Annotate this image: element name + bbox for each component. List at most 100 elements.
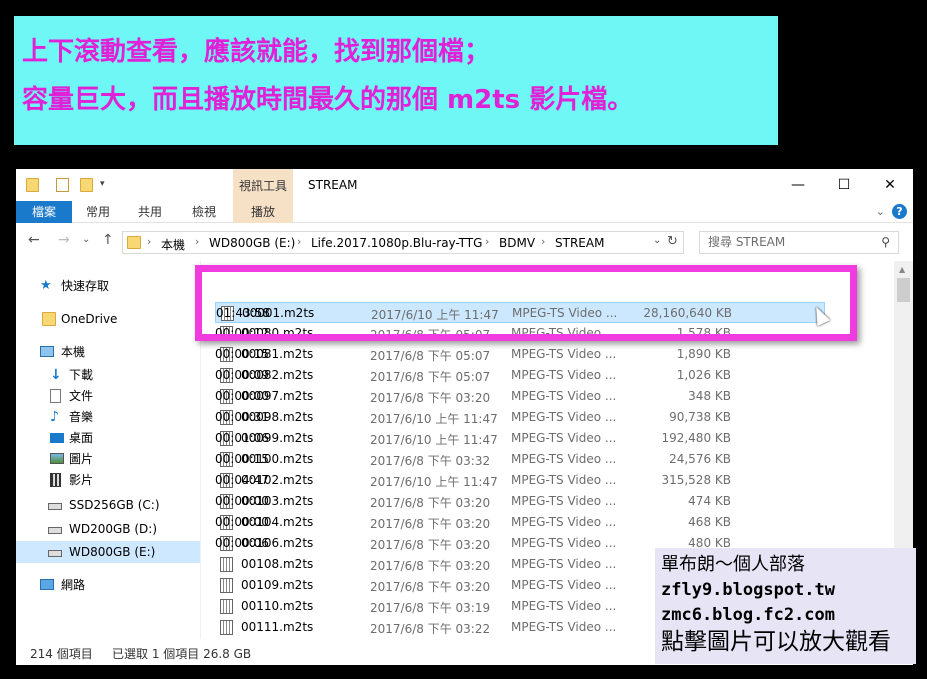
file-length: 00:00:00	[215, 494, 269, 508]
file-size: 348 KB	[688, 389, 731, 403]
folder-icon	[26, 178, 39, 192]
maximize-button[interactable]: ☐	[821, 171, 867, 199]
table-row[interactable]: 00098.m2ts 2017/6/10 上午 11:47 MPEG-TS Vide…	[215, 407, 825, 428]
file-length: 00:00:00	[215, 389, 269, 403]
table-row[interactable]: 00081.m2ts 2017/6/8 下午 05:07 MPEG-TS Video…	[215, 344, 825, 365]
address-dropdown-icon[interactable]: ⌄	[653, 235, 661, 246]
sidebar-item-quick-access[interactable]: ★ 快速存取	[16, 275, 200, 297]
table-row[interactable]: 00082.m2ts 2017/6/8 下午 05:07 MPEG-TS Video…	[215, 365, 825, 386]
file-date: 2017/6/8 下午 05:07	[370, 349, 491, 363]
tab-file[interactable]: 檔案	[16, 201, 72, 223]
properties-icon[interactable]	[56, 178, 69, 192]
file-name: 00111.m2ts	[241, 620, 314, 634]
scroll-up-icon[interactable]: ▲	[899, 265, 905, 274]
pictures-icon	[50, 453, 64, 464]
sidebar-item-onedrive[interactable]: OneDrive	[16, 308, 200, 330]
table-row[interactable]: 00102.m2ts 2017/6/10 上午 11:47 MPEG-TS Vide…	[215, 470, 825, 491]
watermark-line-4: 點擊圖片可以放大觀看	[661, 629, 891, 655]
table-row[interactable]: 00100.m2ts 2017/6/8 下午 03:32 MPEG-TS Video…	[215, 449, 825, 470]
video-file-icon	[220, 620, 233, 635]
table-row[interactable]: 00097.m2ts 2017/6/8 下午 03:20 MPEG-TS Video…	[215, 386, 825, 407]
quick-access-dropdown-icon[interactable]: ▾	[100, 179, 110, 193]
refresh-icon[interactable]: ↻	[667, 234, 678, 249]
tab-play[interactable]: 播放	[233, 201, 293, 223]
table-row[interactable]: 00104.m2ts 2017/6/8 下午 03:20 MPEG-TS Video…	[215, 512, 825, 533]
ribbon-tabs: 檔案 常用 共用 檢視 播放 ⌄ ?	[16, 201, 913, 223]
chevron-right-icon[interactable]: ›	[541, 235, 545, 248]
sidebar-item-this-pc[interactable]: 本機	[16, 341, 200, 363]
table-row[interactable]: 00103.m2ts 2017/6/8 下午 03:20 MPEG-TS Video…	[215, 491, 825, 512]
breadcrumb-this-pc[interactable]: 本機	[161, 236, 185, 253]
annotation-line-2: 容量巨大，而且播放時間最久的那個 m2ts 影片檔。	[22, 85, 634, 115]
table-row[interactable]: 00099.m2ts 2017/6/10 上午 11:47 MPEG-TS Vide…	[215, 428, 825, 449]
file-type: MPEG-TS Video ...	[511, 578, 617, 592]
file-name: 00109.m2ts	[241, 578, 314, 592]
file-size: 28,160,640 KB	[643, 306, 732, 320]
sidebar-item-documents[interactable]: 文件	[16, 385, 200, 407]
file-type: MPEG-TS Video ...	[511, 347, 617, 361]
chevron-right-icon[interactable]: ›	[147, 235, 151, 248]
search-input[interactable]: 搜尋 STREAM ⚲	[699, 231, 899, 254]
table-row[interactable]: 00001.m2ts 2017/6/10 上午 11:47 MPEG-TS Vide…	[215, 302, 825, 323]
sidebar-item-network[interactable]: 網路	[16, 574, 200, 596]
file-length: 00:00:15	[215, 452, 269, 466]
expand-ribbon-icon[interactable]: ⌄	[876, 205, 885, 218]
file-date: 2017/6/10 上午 11:47	[370, 412, 498, 426]
sidebar-item-ssd256gb[interactable]: SSD256GB (C:)	[16, 494, 200, 516]
back-button[interactable]: ←	[28, 232, 40, 248]
file-length: 00:00:15	[215, 347, 269, 361]
file-type: MPEG-TS Video ...	[511, 557, 617, 571]
breadcrumb-stream[interactable]: STREAM	[555, 236, 604, 250]
file-type: MPEG-TS Video ...	[511, 368, 617, 382]
chevron-right-icon[interactable]: ›	[485, 235, 489, 248]
file-type: MPEG-TS Video ...	[511, 536, 617, 550]
folder-icon	[42, 312, 56, 326]
file-length: 01:43:58	[216, 306, 270, 320]
new-folder-icon[interactable]	[80, 178, 93, 192]
sidebar-item-wd200gb[interactable]: WD200GB (D:)	[16, 518, 200, 540]
breadcrumb-bdmv[interactable]: BDMV	[499, 236, 535, 250]
minimize-button[interactable]: —	[775, 171, 821, 199]
video-tools-tab[interactable]: 視訊工具	[233, 169, 293, 201]
file-type: MPEG-TS Video ...	[511, 431, 617, 445]
sidebar-item-music[interactable]: ♪ 音樂	[16, 406, 200, 428]
recent-locations-button[interactable]: ⌄	[82, 234, 90, 245]
breadcrumb-movie-folder[interactable]: Life.2017.1080p.Blu-ray-TTG	[311, 236, 482, 250]
file-type: MPEG-TS Video ...	[511, 515, 617, 529]
file-date: 2017/6/8 下午 03:19	[370, 601, 491, 615]
video-file-icon	[220, 578, 233, 593]
help-icon[interactable]: ?	[892, 204, 907, 219]
sidebar-item-pictures[interactable]: 圖片	[16, 448, 200, 470]
address-bar[interactable]: › 本機 › WD800GB (E:) › Life.2017.1080p.Bl…	[122, 231, 684, 254]
network-icon	[40, 579, 54, 590]
sidebar-item-desktop[interactable]: 桌面	[16, 427, 200, 449]
file-date: 2017/6/8 下午 03:20	[370, 496, 491, 510]
file-size: 192,480 KB	[661, 431, 731, 445]
sidebar-item-downloads[interactable]: ↓ 下載	[16, 364, 200, 386]
file-date: 2017/6/8 下午 03:20	[370, 538, 491, 552]
column-header	[201, 261, 913, 281]
tab-home[interactable]: 常用	[78, 201, 118, 223]
chevron-right-icon[interactable]: ›	[195, 235, 199, 248]
up-button[interactable]: ↑	[102, 232, 114, 248]
video-file-icon	[220, 599, 233, 614]
tab-view[interactable]: 檢視	[184, 201, 224, 223]
file-name: 00110.m2ts	[241, 599, 314, 613]
table-row[interactable]: 00080.m2ts 2017/6/8 下午 05:07 MPEG-TS Video…	[215, 323, 825, 344]
chevron-right-icon[interactable]: ›	[297, 235, 301, 248]
tab-share[interactable]: 共用	[130, 201, 170, 223]
annotation-banner: 上下滾動查看，應該就能，找到那個檔； 容量巨大，而且播放時間最久的那個 m2ts…	[14, 16, 778, 145]
breadcrumb-drive[interactable]: WD800GB (E:)	[209, 236, 295, 250]
file-type: MPEG-TS Video ...	[511, 326, 617, 340]
search-icon[interactable]: ⚲	[881, 232, 890, 253]
sidebar-item-videos[interactable]: 影片	[16, 469, 200, 491]
sidebar-item-wd800gb[interactable]: WD800GB (E:)	[16, 541, 200, 563]
search-placeholder: 搜尋 STREAM	[708, 235, 786, 249]
forward-button[interactable]: →	[58, 232, 70, 248]
scrollbar-thumb[interactable]	[897, 278, 910, 302]
close-button[interactable]: ✕	[867, 171, 913, 199]
star-icon: ★	[40, 278, 52, 293]
file-length: 00:01:06	[215, 431, 269, 445]
file-date: 2017/6/10 上午 11:47	[370, 433, 498, 447]
file-length: 00:00:12	[215, 326, 269, 340]
